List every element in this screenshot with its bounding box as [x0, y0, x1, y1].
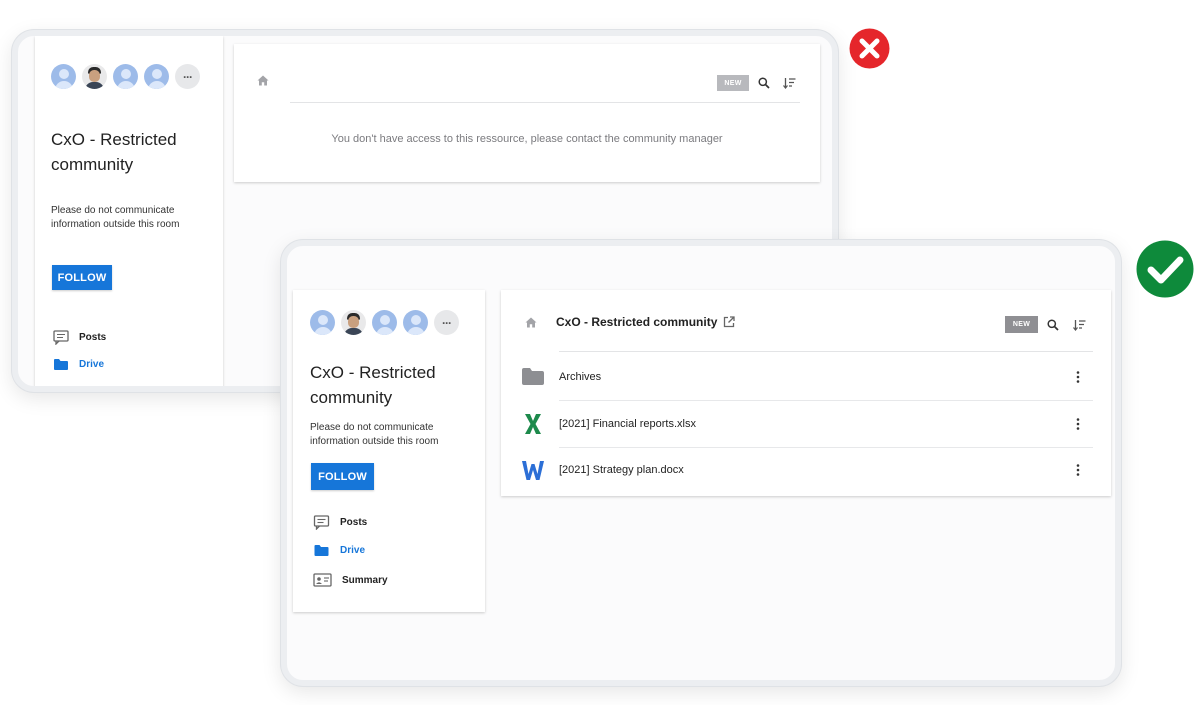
member-avatar[interactable] — [113, 64, 138, 89]
search-icon[interactable] — [1047, 319, 1059, 331]
new-button[interactable]: NEW — [717, 75, 749, 91]
community-sidebar: ··· CxO - Restricted community Please do… — [35, 36, 223, 386]
sort-icon[interactable] — [783, 77, 796, 89]
nav-item-drive[interactable]: Drive — [313, 544, 365, 557]
access-denied-message: You don't have access to this ressource,… — [331, 133, 723, 145]
nav-item-drive[interactable]: Drive — [53, 358, 104, 371]
posts-icon — [313, 515, 330, 530]
nav-item-posts[interactable]: Posts — [313, 515, 367, 530]
drive-panel: CxO - Restricted community NEW Archives … — [501, 290, 1111, 496]
community-description: Please do not communicate information ou… — [51, 204, 179, 232]
sort-icon[interactable] — [1073, 319, 1086, 331]
community-title: CxO - Restricted community — [51, 127, 177, 177]
description-line1: Please do not communicate — [310, 422, 434, 433]
member-avatars: ··· — [310, 310, 459, 335]
member-avatar-photo[interactable] — [82, 64, 107, 89]
member-avatar[interactable] — [144, 64, 169, 89]
file-name: Archives — [559, 371, 602, 383]
follow-button[interactable]: FOLLOW — [52, 265, 112, 290]
excel-file-icon — [525, 414, 541, 434]
summary-icon — [313, 573, 332, 587]
more-members-button[interactable]: ··· — [175, 64, 200, 89]
member-avatars: ··· — [51, 64, 200, 89]
community-sidebar: ··· CxO - Restricted community Please do… — [293, 290, 485, 612]
word-file-icon — [522, 461, 544, 480]
toolbar-divider — [290, 102, 800, 103]
drive-breadcrumb[interactable]: CxO - Restricted community — [556, 315, 736, 329]
folder-icon — [54, 359, 68, 370]
member-avatar-photo[interactable] — [341, 310, 366, 335]
description-line2: information outside this room — [51, 219, 180, 230]
member-avatar[interactable] — [310, 310, 335, 335]
nav-item-posts-label: Posts — [79, 332, 107, 343]
file-row-archives[interactable]: Archives — [501, 354, 1111, 400]
more-options-icon[interactable] — [1073, 463, 1083, 477]
granted-status-icon — [1136, 240, 1194, 298]
nav-item-drive-label: Drive — [340, 545, 366, 556]
nav-item-drive-label: Drive — [79, 359, 105, 370]
open-external-icon[interactable] — [723, 316, 736, 328]
follow-button[interactable]: FOLLOW — [311, 463, 374, 490]
community-title-line2: community — [51, 155, 134, 174]
more-options-icon[interactable] — [1073, 417, 1083, 431]
granted-access-window: ··· CxO - Restricted community Please do… — [281, 240, 1121, 686]
folder-icon — [522, 368, 544, 385]
file-row-excel[interactable]: [2021] Financial reports.xlsx — [501, 401, 1111, 447]
posts-icon — [53, 330, 69, 345]
home-icon[interactable] — [525, 317, 537, 328]
nav-item-summary-label: Summary — [342, 574, 388, 586]
file-name: [2021] Strategy plan.docx — [559, 464, 684, 476]
member-avatar[interactable] — [372, 310, 397, 335]
new-button[interactable]: NEW — [1005, 316, 1038, 333]
member-avatar[interactable] — [51, 64, 76, 89]
home-icon[interactable] — [257, 75, 269, 86]
file-name: [2021] Financial reports.xlsx — [559, 418, 696, 430]
member-avatar[interactable] — [403, 310, 428, 335]
community-description: Please do not communicate information ou… — [310, 421, 438, 449]
toolbar-divider — [559, 351, 1093, 352]
nav-item-posts-label: Posts — [340, 517, 368, 528]
nav-item-posts[interactable]: Posts — [53, 330, 106, 345]
community-title-line2: community — [310, 388, 393, 407]
more-members-button[interactable]: ··· — [434, 310, 459, 335]
community-title-line1: CxO - Restricted — [310, 363, 436, 382]
drive-title: CxO - Restricted community — [556, 315, 718, 329]
description-line2: information outside this room — [310, 436, 439, 447]
description-line1: Please do not communicate — [51, 205, 175, 216]
file-row-word[interactable]: [2021] Strategy plan.docx — [501, 447, 1111, 493]
denied-status-icon — [849, 28, 890, 69]
search-icon[interactable] — [758, 77, 770, 89]
more-options-icon[interactable] — [1073, 370, 1083, 384]
folder-icon — [314, 545, 329, 556]
drive-panel: NEW You don't have access to this ressou… — [234, 44, 820, 182]
community-title: CxO - Restricted community — [310, 360, 436, 410]
nav-item-summary[interactable]: Summary — [313, 573, 388, 587]
community-title-line1: CxO - Restricted — [51, 130, 177, 149]
